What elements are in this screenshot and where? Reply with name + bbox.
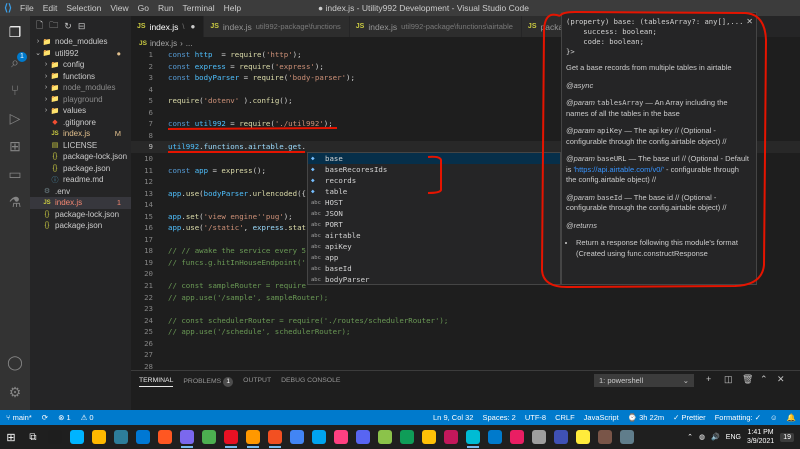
taskbar-app-icon[interactable]: [572, 426, 594, 448]
notification-center-icon[interactable]: 19: [780, 432, 794, 442]
terminal-select-value: 1: powershell: [599, 376, 644, 385]
taskbar-app-icon[interactable]: [242, 426, 264, 448]
taskbar-app-icon[interactable]: [440, 426, 462, 448]
problems-badge: 1: [223, 377, 234, 387]
sync-icon[interactable]: ⟳: [42, 413, 48, 422]
taskbar-app-icon[interactable]: [132, 426, 154, 448]
system-tray: ⌃ ◍ 🔊 ENG 1:41 PM 3/9/2021 19: [687, 425, 800, 449]
taskbar-app-icon[interactable]: [330, 426, 352, 448]
split-terminal-icon[interactable]: ◫: [724, 374, 733, 385]
trash-icon[interactable]: 🗑: [742, 374, 753, 385]
taskbar-app-icon[interactable]: [220, 426, 242, 448]
clock[interactable]: 1:41 PM 3/9/2021: [747, 428, 774, 446]
notification-count: 19: [783, 433, 791, 441]
branch-name: main*: [12, 413, 32, 422]
taskbar-app-icon[interactable]: [528, 426, 550, 448]
taskbar-app-icon[interactable]: [484, 426, 506, 448]
volume-icon[interactable]: 🔊: [711, 433, 720, 441]
taskbar-app-icon[interactable]: [308, 426, 330, 448]
taskbar-app-icon[interactable]: [88, 426, 110, 448]
chevron-down-icon: ⌄: [682, 376, 689, 385]
taskbar-app-icon[interactable]: [176, 426, 198, 448]
input-language[interactable]: ENG: [726, 434, 741, 441]
encoding[interactable]: UTF-8: [525, 413, 546, 422]
status-bar: ⑂ main* ⟳ ⊗ 1 ⚠ 0 Ln 9, Col 32 Spaces: 2…: [0, 410, 800, 425]
taskbar-app-icon[interactable]: [616, 426, 638, 448]
taskbar-app-icon[interactable]: [66, 426, 88, 448]
language-mode[interactable]: JavaScript: [584, 413, 619, 422]
taskbar-app-icon[interactable]: [264, 426, 286, 448]
panel-tab-problems[interactable]: PROBLEMS 1: [183, 377, 234, 387]
taskbar-app-icon[interactable]: [374, 426, 396, 448]
terminal-select[interactable]: 1: powershell ⌄: [594, 374, 694, 387]
taskbar-app-icon[interactable]: [154, 426, 176, 448]
tray-chevron-icon[interactable]: ⌃: [687, 433, 693, 441]
indentation[interactable]: Spaces: 2: [482, 413, 515, 422]
chevron-up-icon[interactable]: ⌃: [760, 374, 768, 385]
annotation-ellipse: [540, 10, 768, 289]
end-of-line[interactable]: CRLF: [555, 413, 575, 422]
panel-tab-debug-console[interactable]: DEBUG CONSOLE: [281, 377, 340, 387]
windows-start-icon[interactable]: ⊞: [0, 426, 22, 448]
taskbar-app-icon[interactable]: [550, 426, 572, 448]
taskbar-app-icon[interactable]: [110, 426, 132, 448]
cursor-position[interactable]: Ln 9, Col 32: [433, 413, 473, 422]
new-terminal-icon[interactable]: +: [706, 374, 711, 384]
network-icon[interactable]: ◍: [699, 433, 705, 441]
panel-tabs: TERMINAL PROBLEMS 1 OUTPUT DEBUG CONSOLE: [139, 377, 340, 387]
warning-count[interactable]: ⚠ 0: [81, 413, 94, 422]
bottom-panel: TERMINAL PROBLEMS 1 OUTPUT DEBUG CONSOLE 1: …: [131, 370, 800, 410]
wakatime[interactable]: ⌚ 3h 22m: [628, 413, 664, 422]
taskbar-apps: [44, 426, 638, 448]
branch-status[interactable]: ⑂ main*: [6, 413, 32, 422]
taskbar-app-icon[interactable]: [396, 426, 418, 448]
annotation-bracket: [427, 155, 442, 194]
taskbar-app-icon[interactable]: [44, 426, 66, 448]
taskbar-app-icon[interactable]: [418, 426, 440, 448]
error-count[interactable]: ⊗ 1: [58, 413, 71, 422]
panel-tab-output[interactable]: OUTPUT: [243, 377, 271, 387]
task-view-icon[interactable]: ⧉: [22, 426, 44, 448]
taskbar-app-icon[interactable]: [198, 426, 220, 448]
taskbar-app-icon[interactable]: [462, 426, 484, 448]
formatting-status[interactable]: Formatting: ✓: [715, 413, 761, 422]
close-panel-icon[interactable]: ✕: [777, 374, 785, 385]
taskbar-app-icon[interactable]: [352, 426, 374, 448]
clock-time: 1:41 PM: [747, 429, 774, 436]
bell-icon[interactable]: 🔔: [787, 413, 796, 422]
annotation-underline-require: [167, 127, 338, 130]
windows-taskbar: ⊞ ⧉ ⌃ ◍ 🔊 ENG 1:41 PM 3/9/2021 19: [0, 425, 800, 449]
prettier-status[interactable]: ✓ Prettier: [673, 413, 706, 422]
clock-date: 3/9/2021: [746, 438, 775, 445]
taskbar-app-icon[interactable]: [506, 426, 528, 448]
taskbar-app-icon[interactable]: [286, 426, 308, 448]
panel-tab-terminal[interactable]: TERMINAL: [139, 377, 174, 387]
feedback-icon[interactable]: ☺: [770, 413, 778, 422]
taskbar-app-icon[interactable]: [594, 426, 616, 448]
